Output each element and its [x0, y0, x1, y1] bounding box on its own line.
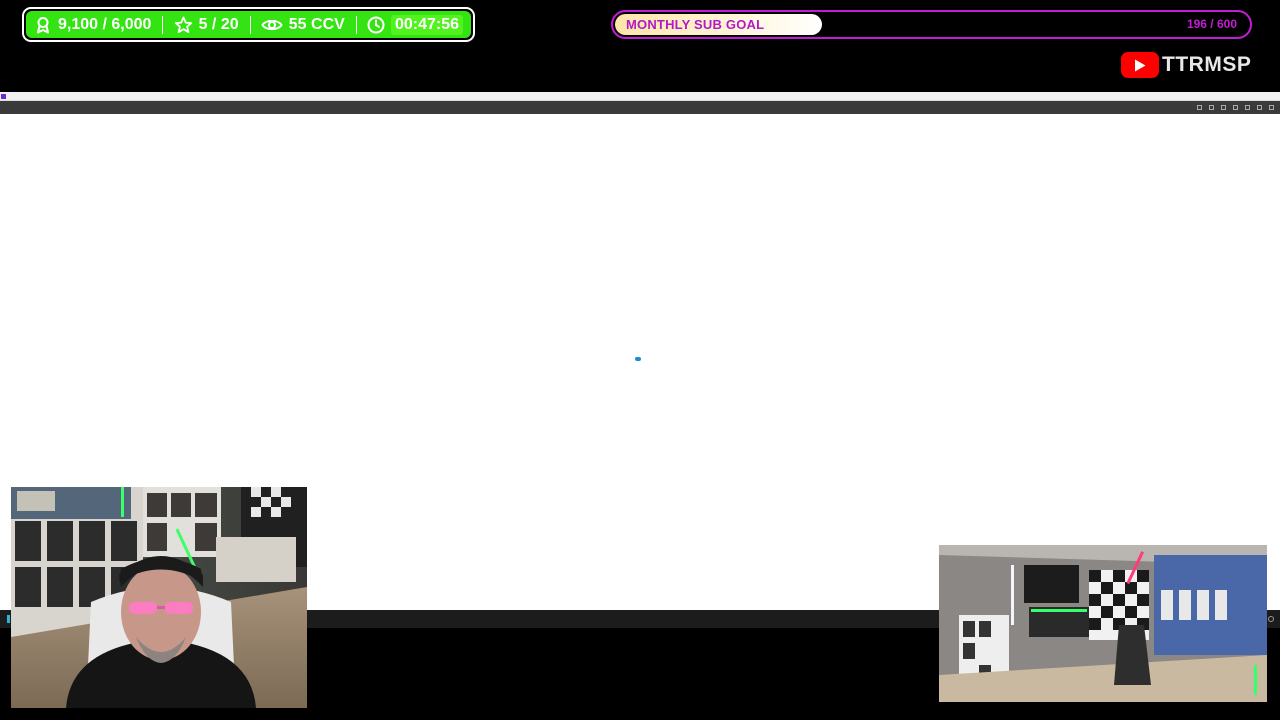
clock-icon	[367, 16, 385, 33]
followers-value: 9,100 / 6,000	[58, 15, 152, 33]
youtube-handle-text: TTRMSP	[1162, 53, 1252, 76]
eye-icon	[261, 19, 283, 30]
viewers-value: 55 CCV	[288, 15, 345, 33]
youtube-icon	[1121, 52, 1159, 78]
chat-icon[interactable]	[1233, 105, 1238, 110]
star-icon	[174, 16, 192, 33]
streamer-webcam	[11, 487, 307, 708]
room-camera-image	[939, 545, 1267, 702]
sub-goal-count: 196 / 600	[1186, 17, 1237, 31]
screen-icon[interactable]	[1257, 105, 1262, 110]
window-icon[interactable]	[1209, 105, 1214, 110]
rating-value: 5 / 20	[198, 15, 239, 33]
sub-goal-label: MONTHLY SUB GOAL	[626, 17, 765, 32]
fullscreen-icon[interactable]	[1269, 105, 1274, 110]
window-titlebar	[0, 92, 1280, 101]
monthly-sub-goal-bar: MONTHLY SUB GOAL 196 / 600	[611, 10, 1252, 39]
rating-stat: 5 / 20	[174, 16, 239, 34]
info-icon[interactable]	[1197, 105, 1202, 110]
stream-stats-bar: 9,100 / 6,000 5 / 20 55 CCV 00:47:56	[22, 7, 475, 42]
taskbar-tray-icon[interactable]	[1268, 616, 1274, 622]
viewers-stat: 55 CCV	[261, 16, 345, 34]
settings-icon[interactable]	[1245, 105, 1250, 110]
keyboard-icon[interactable]	[1221, 105, 1226, 110]
taskbar-app-icon[interactable]	[7, 615, 10, 623]
followers-stat: 9,100 / 6,000	[34, 16, 151, 34]
uptime-stat: 00:47:56	[367, 14, 463, 35]
youtube-handle: TTRMSP	[1121, 51, 1251, 79]
toolbar-icon-group	[1197, 105, 1274, 110]
uptime-value: 00:47:56	[390, 14, 463, 35]
webcam-image	[11, 487, 307, 708]
award-icon	[37, 16, 49, 33]
stream-stats-panel: 9,100 / 6,000 5 / 20 55 CCV 00:47:56	[26, 11, 471, 38]
app-icon	[1, 94, 6, 99]
window-toolbar	[0, 101, 1280, 114]
loading-spinner-icon	[635, 357, 641, 361]
room-camera	[939, 545, 1267, 702]
